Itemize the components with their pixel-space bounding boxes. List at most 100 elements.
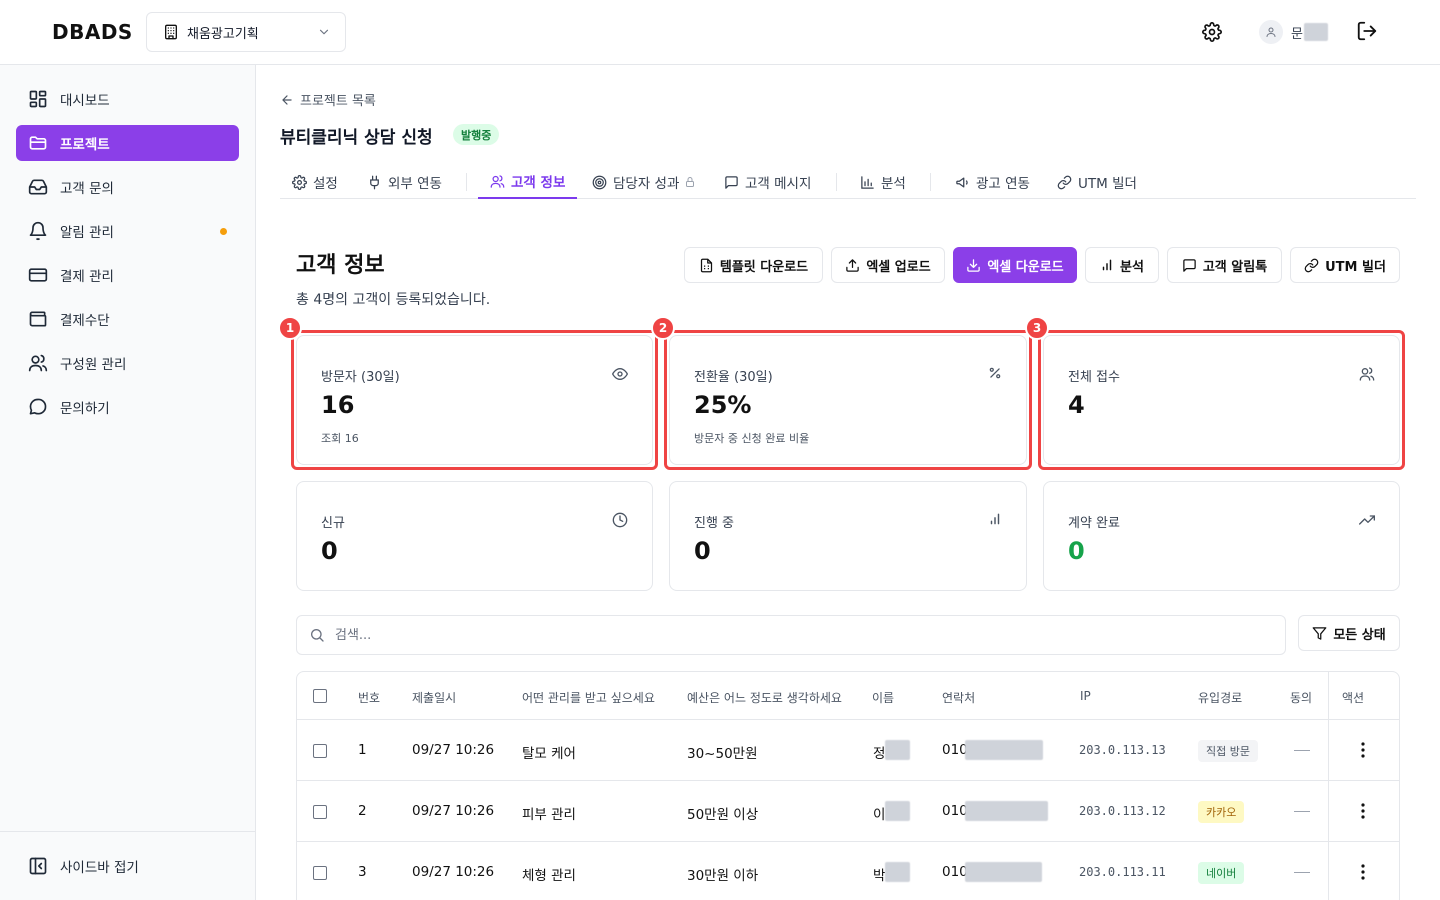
column-header-submitted[interactable]: 제출일시 [412, 689, 456, 706]
tab-ad-integrations[interactable]: 광고 연동 [955, 165, 1030, 199]
button-label: 고객 알림톡 [1202, 259, 1268, 275]
sidebar-item-label: 알림 관리 [60, 225, 114, 241]
sidebar-item-members[interactable]: 구성원 관리 [16, 345, 239, 381]
column-header-q2[interactable]: 예산은 어느 정도로 생각하세요 [687, 689, 842, 706]
cell-no: 3 [358, 864, 367, 880]
stat-label: 신규 [321, 516, 345, 531]
notification-dot [220, 228, 227, 235]
table-row[interactable]: 3 09/27 10:26 체형 관리 30만원 이하 박 010 203.0.… [297, 842, 1399, 900]
tab-analytics[interactable]: 분석 [860, 165, 906, 199]
back-to-projects-link[interactable]: 프로젝트 목록 [280, 90, 376, 109]
tab-customer-messages[interactable]: 고객 메시지 [724, 165, 811, 199]
sidebar-item-label: 결제수단 [60, 313, 110, 329]
cell-submitted: 09/27 10:26 [412, 742, 495, 758]
project-tabs: 설정 외부 연동 고객 정보 담당자 성과 고객 메시지 분석 광고 연동 UT… [280, 165, 1416, 199]
app-logo[interactable]: DBADS [52, 20, 133, 44]
more-actions-button[interactable] [1361, 803, 1365, 819]
utm-builder-button[interactable]: UTM 빌더 [1290, 247, 1400, 283]
sidebar-collapse-icon [28, 856, 48, 876]
template-download-button[interactable]: 템플릿 다운로드 [684, 247, 823, 283]
column-header-ip[interactable]: IP [1080, 689, 1091, 703]
bar-chart-icon [860, 175, 881, 190]
row-checkbox[interactable] [313, 744, 327, 758]
redacted-phone [965, 740, 1043, 760]
settings-button[interactable] [1199, 19, 1225, 45]
cell-submitted: 09/27 10:26 [412, 803, 495, 819]
table-row[interactable]: 2 09/27 10:26 피부 관리 50만원 이상 이 010 203.0.… [297, 781, 1399, 842]
more-actions-button[interactable] [1361, 864, 1365, 880]
cell-no: 1 [358, 742, 367, 758]
cell-q2: 30~50만원 [687, 746, 758, 762]
sidebar-item-dashboard[interactable]: 대시보드 [16, 81, 239, 117]
collapse-sidebar-button[interactable]: 사이드바 접기 [28, 856, 139, 876]
cell-name: 이 [873, 807, 886, 823]
tab-divider [836, 173, 837, 191]
highlight-number: 1 [278, 316, 302, 340]
chat-icon [28, 397, 48, 417]
sidebar-item-notifications[interactable]: 알림 관리 [16, 213, 239, 249]
row-checkbox[interactable] [313, 805, 327, 819]
cell-ip: 203.0.113.11 [1079, 865, 1166, 879]
tab-customer-info[interactable]: 고객 정보 [478, 165, 578, 199]
column-header-contact[interactable]: 연락처 [942, 689, 975, 706]
column-header-name[interactable]: 이름 [872, 689, 894, 706]
redacted-name [885, 862, 910, 882]
sidebar-item-label: 결제 관리 [60, 269, 114, 285]
excel-upload-button[interactable]: 엑셀 업로드 [831, 247, 945, 283]
organization-select[interactable]: 채움광고기획 [146, 12, 346, 52]
more-vertical-icon [1361, 742, 1365, 758]
target-icon [592, 175, 613, 190]
highlight-box [1038, 330, 1405, 470]
megaphone-icon [955, 175, 976, 190]
table-header: 번호 제출일시 어떤 관리를 받고 싶으세요 예산은 어느 정도로 생각하세요 … [297, 672, 1399, 720]
sidebar-item-inquiries[interactable]: 고객 문의 [16, 169, 239, 205]
tab-integrations[interactable]: 외부 연동 [367, 165, 442, 199]
select-all-checkbox[interactable] [313, 689, 327, 703]
excel-download-button[interactable]: 엑셀 다운로드 [953, 247, 1077, 283]
more-actions-button[interactable] [1361, 742, 1365, 758]
sidebar-item-label: 구성원 관리 [60, 357, 127, 373]
users-icon [28, 353, 48, 373]
upload-icon [845, 258, 866, 273]
search-input[interactable] [335, 627, 1235, 643]
button-label: 엑셀 다운로드 [987, 259, 1064, 275]
gear-icon [1202, 22, 1222, 42]
redacted-name [1303, 23, 1328, 41]
cell-q2: 50만원 이상 [687, 807, 759, 823]
logout-button[interactable] [1356, 20, 1380, 44]
file-sheet-icon [699, 258, 720, 273]
status-filter-button[interactable]: 모든 상태 [1298, 615, 1400, 651]
cell-name: 박 [873, 868, 886, 884]
table-row[interactable]: 1 09/27 10:26 탈모 케어 30~50만원 정 010 203.0.… [297, 720, 1399, 781]
sidebar-item-payment-methods[interactable]: 결제수단 [16, 301, 239, 337]
redacted-phone [965, 801, 1048, 821]
row-checkbox[interactable] [313, 866, 327, 880]
tab-utm-builder[interactable]: UTM 빌더 [1057, 165, 1137, 199]
bar-chart-icon [988, 512, 1002, 526]
column-header-source[interactable]: 유입경로 [1198, 689, 1242, 706]
sidebar-item-projects[interactable]: 프로젝트 [16, 125, 239, 161]
stat-card-contracted: 계약 완료 0 [1043, 481, 1400, 591]
user-name: 문 [1291, 26, 1303, 42]
back-link-label: 프로젝트 목록 [300, 94, 376, 109]
link-icon [1057, 175, 1078, 190]
sidebar-item-billing[interactable]: 결제 관리 [16, 257, 239, 293]
customer-alimtalk-button[interactable]: 고객 알림톡 [1167, 247, 1282, 283]
consent-dash [1294, 872, 1310, 873]
analysis-button[interactable]: 분석 [1085, 247, 1159, 283]
wallet-icon [28, 309, 48, 329]
tab-settings[interactable]: 설정 [292, 165, 338, 199]
source-badge: 네이버 [1198, 862, 1245, 884]
tab-staff-performance[interactable]: 담당자 성과 [592, 165, 702, 199]
folder-icon [28, 133, 48, 153]
sidebar-item-contact[interactable]: 문의하기 [16, 389, 239, 425]
column-header-no[interactable]: 번호 [358, 689, 380, 706]
highlight-box [291, 330, 658, 470]
highlight-box [664, 330, 1032, 470]
user-menu[interactable]: 문 [1259, 20, 1328, 44]
search-icon [309, 627, 325, 643]
column-header-q1[interactable]: 어떤 관리를 받고 싶으세요 [522, 689, 655, 706]
message-icon [724, 175, 745, 190]
more-vertical-icon [1361, 803, 1365, 819]
column-header-action: 액션 [1342, 691, 1365, 705]
